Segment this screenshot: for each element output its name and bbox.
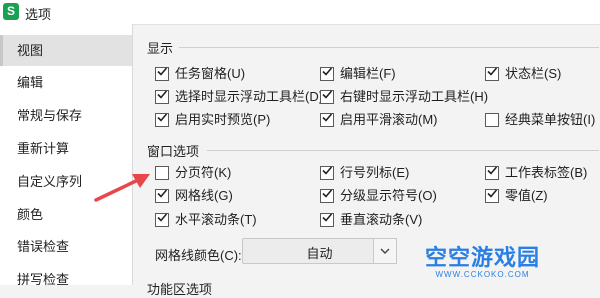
sidebar-item-spell-check[interactable]: 拼写检查 <box>0 264 132 295</box>
sidebar-item-general-save[interactable]: 常规与保存 <box>0 100 132 131</box>
option-label: 水平滚动条(T) <box>175 212 257 227</box>
wps-spreadsheet-icon: S <box>3 3 19 20</box>
checkmark-icon <box>157 189 168 198</box>
dropdown-arrow-button[interactable] <box>373 238 397 264</box>
sidebar-item-edit[interactable]: 编辑 <box>0 67 132 98</box>
checkmark-icon <box>322 189 333 198</box>
option-label: 启用实时预览(P) <box>175 112 271 127</box>
checkmark-icon <box>487 166 498 175</box>
title-bar: S 选项 <box>0 0 600 25</box>
options-sidebar: 视图 编辑 常规与保存 重新计算 自定义序列 颜色 错误检查 拼写检查 <box>0 24 133 287</box>
checkmark-icon <box>487 67 498 76</box>
option-label: 分级显示符号(O) <box>340 188 437 203</box>
checkbox[interactable] <box>485 113 499 127</box>
checkmark-icon <box>157 113 168 122</box>
checkmark-icon <box>322 90 333 99</box>
sidebar-item-recalculate[interactable]: 重新计算 <box>0 133 132 164</box>
section-divider <box>179 47 599 48</box>
option-label: 经典菜单按钮(I) <box>505 112 596 127</box>
chevron-down-icon <box>380 248 390 254</box>
option-label: 状态栏(S) <box>505 66 562 81</box>
checkmark-icon <box>157 67 168 76</box>
section-title-window-options: 窗口选项 <box>147 144 200 159</box>
section-title-ribbon-options: 功能区选项 <box>147 282 213 297</box>
annotation-arrow-icon <box>94 174 150 202</box>
section-divider <box>207 150 599 151</box>
checkbox[interactable] <box>155 189 169 203</box>
dialog-title: 选项 <box>25 7 52 22</box>
watermark-url: WWW.CCKOKO.COM <box>435 270 530 279</box>
option-label: 编辑栏(F) <box>340 66 396 81</box>
option-label: 网格线(G) <box>175 188 233 203</box>
checkbox[interactable] <box>485 166 499 180</box>
sidebar-item-view[interactable]: 视图 <box>0 35 132 66</box>
checkmark-icon <box>322 166 333 175</box>
checkbox[interactable] <box>320 213 334 227</box>
checkbox[interactable] <box>320 67 334 81</box>
option-label: 零值(Z) <box>505 188 548 203</box>
checkbox[interactable] <box>320 189 334 203</box>
section-title-display: 显示 <box>147 41 174 56</box>
checkmark-icon <box>322 113 333 122</box>
option-label: 右键时显示浮动工具栏(H) <box>340 89 489 104</box>
checkbox[interactable] <box>485 67 499 81</box>
gridline-color-select[interactable]: 自动 <box>242 238 397 264</box>
watermark-logo: 空空游戏园 WWW.CCKOKO.COM <box>425 240 540 279</box>
option-label: 启用平滑滚动(M) <box>340 112 438 127</box>
option-label: 任务窗格(U) <box>175 66 246 81</box>
gridline-color-label: 网格线颜色(C): <box>155 248 242 263</box>
option-label: 垂直滚动条(V) <box>340 212 423 227</box>
watermark-title: 空空游戏园 <box>425 245 541 270</box>
checkbox[interactable] <box>320 113 334 127</box>
checkbox[interactable] <box>485 189 499 203</box>
checkbox[interactable] <box>320 166 334 180</box>
checkmark-icon <box>322 213 333 222</box>
option-label: 选择时显示浮动工具栏(D) <box>175 89 324 104</box>
option-label: 分页符(K) <box>175 165 232 180</box>
checkbox[interactable] <box>155 166 169 180</box>
checkbox[interactable] <box>155 213 169 227</box>
checkmark-icon <box>487 189 498 198</box>
checkmark-icon <box>322 67 333 76</box>
checkmark-icon <box>157 213 168 222</box>
checkbox[interactable] <box>155 90 169 104</box>
sidebar-item-error-check[interactable]: 错误检查 <box>0 231 132 262</box>
option-label: 行号列标(E) <box>340 165 410 180</box>
option-label: 工作表标签(B) <box>505 165 588 180</box>
checkbox[interactable] <box>320 90 334 104</box>
checkbox[interactable] <box>155 67 169 81</box>
checkbox[interactable] <box>155 113 169 127</box>
checkmark-icon <box>157 90 168 99</box>
